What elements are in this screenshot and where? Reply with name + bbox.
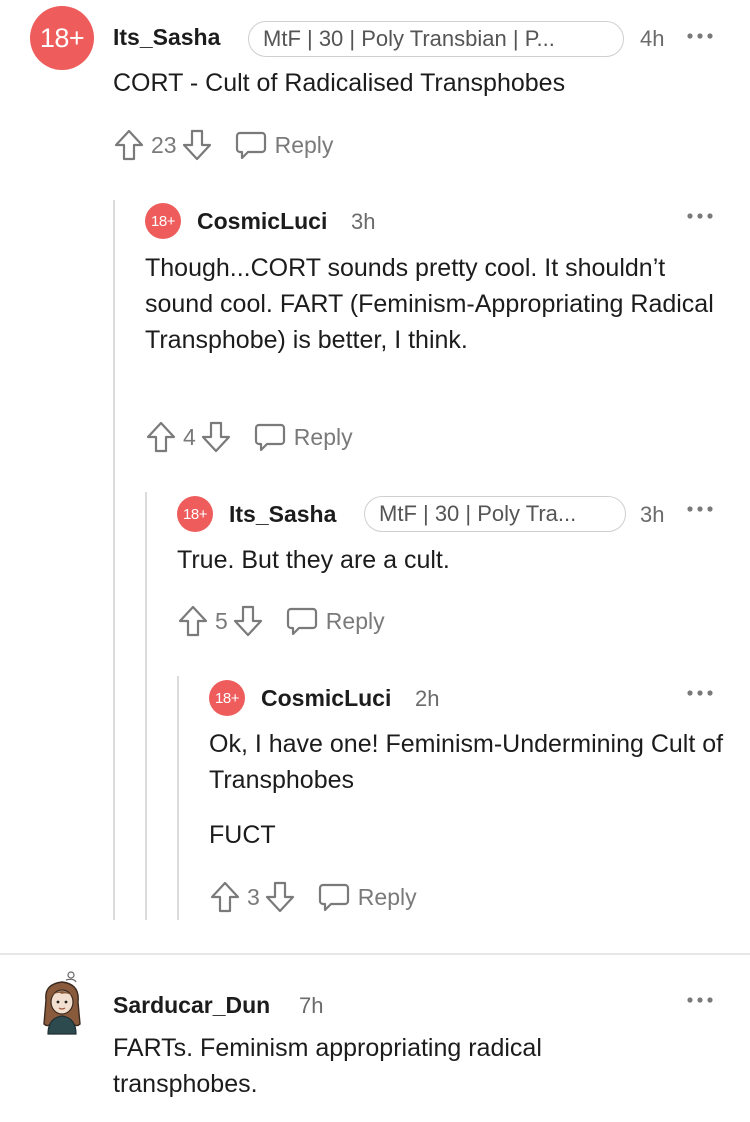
upvote-arrow-icon[interactable]: [209, 880, 241, 914]
vote-count: 3: [247, 883, 260, 910]
thread-rail[interactable]: [177, 676, 179, 920]
more-options-icon[interactable]: [686, 206, 714, 226]
speech-bubble-icon: [235, 130, 267, 160]
avatar[interactable]: 18+: [209, 680, 245, 716]
more-options-icon[interactable]: [686, 990, 714, 1010]
comment-body: True. But they are a cult.: [177, 546, 450, 574]
username[interactable]: CosmicLuci: [261, 685, 391, 712]
comment-body: Though...CORT sounds pretty cool. It sho…: [145, 254, 714, 354]
upvote-arrow-icon[interactable]: [177, 604, 209, 638]
comment-actions: 3 Reply: [209, 879, 417, 915]
downvote-arrow-icon[interactable]: [264, 880, 296, 914]
upvote-arrow-icon[interactable]: [145, 420, 177, 454]
timestamp: 7h: [299, 993, 324, 1018]
comment-actions: 23 Reply: [113, 127, 333, 163]
username[interactable]: Sarducar_Dun: [113, 992, 270, 1019]
vote-count: 4: [183, 423, 196, 450]
user-flair: MtF | 30 | Poly Tra...: [364, 496, 626, 532]
thread-rail[interactable]: [145, 492, 147, 920]
avatar[interactable]: 18+: [30, 6, 94, 70]
username[interactable]: Its_Sasha: [229, 501, 336, 528]
speech-bubble-icon: [254, 422, 286, 452]
timestamp: 4h: [640, 26, 665, 51]
reply-button[interactable]: Reply: [318, 882, 417, 912]
thread-divider: [0, 953, 750, 955]
reply-label: Reply: [293, 423, 353, 450]
user-flair: MtF | 30 | Poly Transbian | P...: [248, 21, 624, 57]
user-avatar-illustration[interactable]: [36, 970, 88, 1036]
reply-button[interactable]: Reply: [235, 130, 334, 160]
username[interactable]: CosmicLuci: [197, 208, 327, 235]
comment-actions: 5 Reply: [177, 603, 385, 639]
username[interactable]: Its_Sasha: [113, 24, 220, 51]
timestamp: 3h: [351, 209, 376, 234]
thread-rail[interactable]: [113, 200, 115, 920]
upvote-arrow-icon[interactable]: [113, 128, 145, 162]
more-options-icon[interactable]: [686, 26, 714, 46]
downvote-arrow-icon[interactable]: [181, 128, 213, 162]
vote-count: 23: [151, 131, 177, 158]
comment-body: CORT - Cult of Radicalised Transphobes: [113, 69, 566, 97]
avatar[interactable]: 18+: [177, 496, 213, 532]
reply-label: Reply: [357, 883, 417, 910]
reply-label: Reply: [274, 131, 334, 158]
reply-button[interactable]: Reply: [286, 606, 385, 636]
vote-count: 5: [215, 607, 228, 634]
comment-body: Ok, I have one! Feminism-Undermining Cul…: [209, 730, 724, 849]
downvote-arrow-icon[interactable]: [200, 420, 232, 454]
avatar[interactable]: 18+: [145, 203, 181, 239]
speech-bubble-icon: [286, 606, 318, 636]
downvote-arrow-icon[interactable]: [232, 604, 264, 638]
reply-button[interactable]: Reply: [254, 422, 353, 452]
timestamp: 2h: [415, 686, 440, 711]
more-options-icon[interactable]: [686, 683, 714, 703]
comment-actions: 4 Reply: [145, 419, 353, 455]
speech-bubble-icon: [318, 882, 350, 912]
comment-body: FARTs. Feminism appropriating radical tr…: [113, 1034, 542, 1098]
reply-label: Reply: [325, 607, 385, 634]
timestamp: 3h: [640, 502, 665, 527]
more-options-icon[interactable]: [686, 499, 714, 519]
